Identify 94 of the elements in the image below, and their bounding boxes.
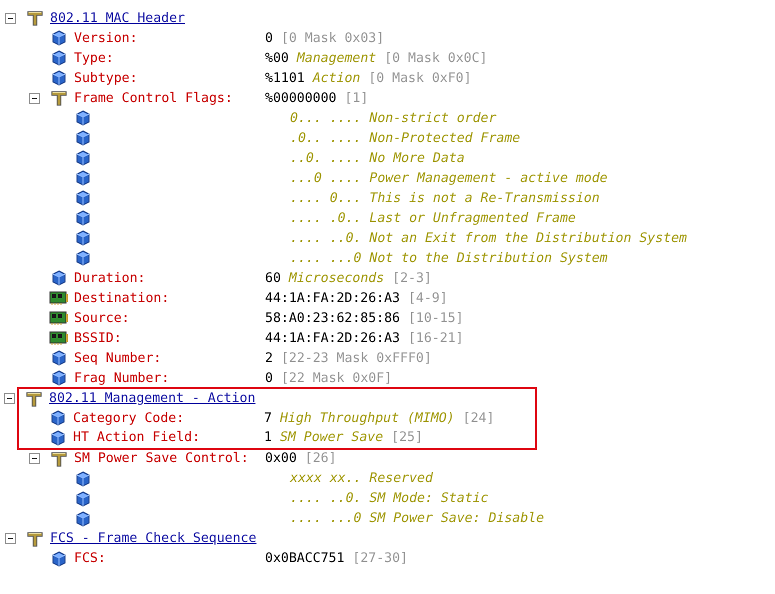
field-value: 1 — [264, 430, 272, 446]
bit-description: .... .0.. Last or Unfragmented Frame — [289, 210, 576, 226]
section-title[interactable]: 802.11 MAC Header — [50, 10, 185, 26]
cube-icon — [75, 490, 91, 506]
bit-description: .... ..0. SM Mode: Static — [289, 491, 488, 506]
field-label: Destination: — [74, 290, 170, 306]
byte-range: [24] — [462, 410, 494, 426]
byte-range: [0 Mask 0x03] — [280, 30, 384, 46]
bit-description: .0.. .... Non-Protected Frame — [289, 130, 520, 146]
cube-icon — [75, 210, 91, 226]
field-label: Version: — [74, 30, 138, 46]
collapse-toggle[interactable] — [5, 12, 16, 24]
bit-description: .... ..0. Not an Exit from the Distribution System — [289, 230, 687, 246]
field-label: Subtype: — [74, 70, 138, 86]
pipe-icon — [49, 450, 69, 468]
byte-range: [25] — [391, 430, 423, 446]
byte-range: [22 Mask 0x0F] — [280, 370, 392, 386]
field-value: 2 — [265, 350, 273, 366]
bit-description: xxxx xx.. Reserved — [288, 471, 433, 486]
byte-range: [0 Mask 0xF0] — [368, 70, 472, 86]
field-label: Duration: — [74, 270, 146, 286]
cube-icon — [75, 470, 91, 486]
value-description: Management — [296, 50, 376, 66]
cube-icon — [50, 410, 66, 426]
cube-icon — [51, 370, 67, 386]
section-title[interactable]: FCS - Frame Check Sequence — [50, 531, 256, 546]
bit-description: 0... .... Non-strict order — [289, 110, 496, 126]
value-description: Microseconds — [288, 270, 384, 286]
cube-icon — [75, 510, 91, 526]
field-value: 0x00 — [265, 451, 297, 466]
cube-icon — [51, 270, 67, 286]
bit-description: .... ...0 SM Power Save: Disable — [289, 511, 544, 526]
field-label: HT Action Field: — [73, 430, 200, 446]
field-label: FCS: — [74, 551, 106, 566]
field-value: 60 — [265, 270, 281, 286]
cube-icon — [51, 50, 67, 66]
cube-icon — [51, 30, 67, 46]
field-label: Category Code: — [73, 410, 184, 426]
byte-range: [26] — [304, 451, 337, 466]
byte-range: [2-3] — [392, 270, 432, 286]
bit-description: .... 0... This is not a Re-Transmission — [289, 190, 600, 206]
network-card-icon — [49, 329, 69, 347]
network-card-icon — [49, 289, 69, 307]
field-value: 58:A0:23:62:85:86 — [265, 310, 400, 326]
byte-range: [22-23 Mask 0xFFF0] — [280, 350, 432, 366]
collapse-toggle[interactable] — [5, 533, 16, 544]
cube-icon — [75, 230, 91, 246]
field-label: Type: — [74, 50, 114, 66]
cube-icon — [75, 150, 91, 166]
byte-range: [4-9] — [408, 290, 448, 306]
cube-icon — [51, 70, 67, 86]
collapse-toggle[interactable] — [29, 92, 40, 104]
bit-description: .... ...0 Not to the Distribution System — [289, 250, 608, 266]
field-label: SM Power Save Control: — [74, 451, 249, 466]
pipe-icon — [25, 530, 45, 548]
byte-range: [0 Mask 0x0C] — [384, 50, 488, 66]
byte-range: [16-21] — [408, 330, 464, 346]
cube-icon — [75, 190, 91, 206]
pipe-icon — [49, 89, 69, 107]
cube-icon — [75, 250, 91, 266]
cube-icon — [75, 170, 91, 186]
value-description: High Throughput (MIMO) — [280, 410, 455, 426]
bit-description: ..0. .... No More Data — [289, 150, 465, 166]
field-value: 0x0BACC751 — [265, 551, 344, 566]
collapse-toggle[interactable] — [29, 453, 40, 464]
value-description: SM Power Save — [280, 430, 384, 446]
field-value: 0 — [265, 370, 273, 386]
field-value: %00 — [265, 50, 289, 66]
section-title[interactable]: 802.11 Management - Action — [49, 391, 256, 406]
cube-icon — [75, 130, 91, 146]
field-label: Source: — [74, 310, 130, 326]
field-value: %00000000 — [265, 90, 336, 106]
collapse-toggle[interactable] — [4, 393, 15, 404]
pipe-icon — [24, 390, 44, 408]
cube-icon — [50, 430, 66, 446]
field-value: 44:1A:FA:2D:26:A3 — [265, 330, 400, 346]
field-value: 0 — [265, 30, 273, 46]
field-label: Frame Control Flags: — [74, 90, 233, 106]
pipe-icon — [25, 9, 45, 27]
field-value: 7 — [264, 410, 272, 426]
field-label: BSSID: — [74, 330, 122, 346]
value-description: Action — [312, 70, 360, 86]
byte-range: [1] — [344, 90, 368, 106]
field-label: Frag Number: — [74, 370, 170, 386]
network-card-icon — [49, 309, 69, 327]
cube-icon — [75, 110, 91, 126]
byte-range: [10-15] — [408, 310, 464, 326]
bit-description: ...0 .... Power Management - active mode — [289, 170, 608, 186]
field-value: %1101 — [265, 70, 305, 86]
byte-range: [27-30] — [352, 551, 408, 566]
field-label: Seq Number: — [74, 350, 162, 366]
cube-icon — [51, 550, 67, 566]
field-value: 44:1A:FA:2D:26:A3 — [265, 290, 400, 306]
cube-icon — [51, 350, 67, 366]
